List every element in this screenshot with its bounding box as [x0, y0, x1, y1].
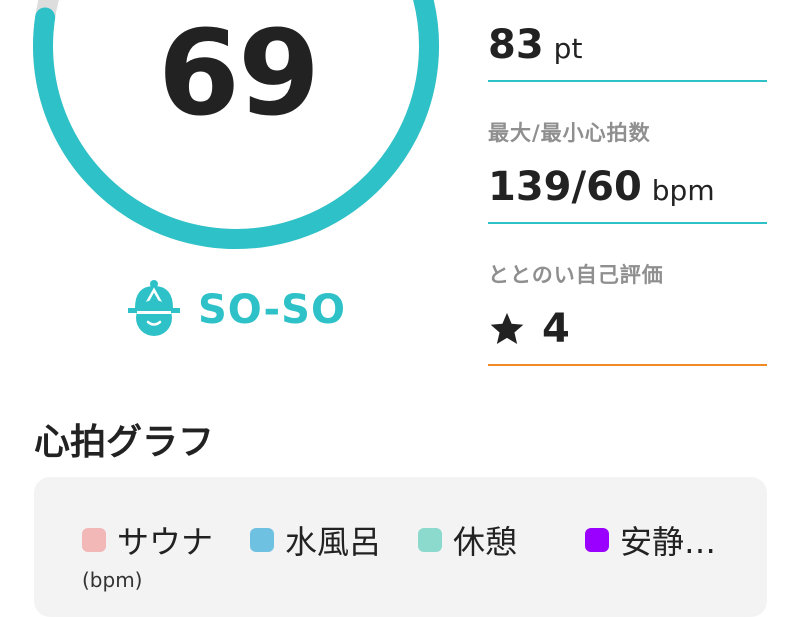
- legend-swatch-sauna: [82, 528, 106, 552]
- legend-swatch-rest: [418, 528, 442, 552]
- heart-rate-label: 最大/最小心拍数: [488, 121, 651, 145]
- legend-item-resting: 安静…: [585, 515, 716, 565]
- points-stat: 83 pt: [488, 22, 582, 68]
- points-value: 83: [488, 22, 544, 68]
- capped-face-icon: [128, 278, 180, 342]
- legend-label-resting: 安静…: [620, 523, 717, 561]
- status-badge: SO-SO: [128, 280, 346, 340]
- graph-y-unit: (bpm): [82, 568, 143, 592]
- heart-rate-unit: bpm: [651, 174, 715, 207]
- self-rating-label: ととのい自己評価: [488, 263, 664, 287]
- self-rating-divider: [488, 364, 767, 366]
- legend-label-sauna: サウナ: [117, 523, 214, 561]
- legend-label-rest: 休憩: [453, 523, 518, 561]
- score-value: 69: [157, 4, 320, 142]
- legend-item-sauna: サウナ: [82, 515, 213, 565]
- heart-rate-value: 139/60: [488, 164, 642, 210]
- legend-swatch-cold-bath: [250, 528, 274, 552]
- heart-rate-divider: [488, 222, 767, 224]
- legend-item-rest: 休憩: [418, 515, 517, 565]
- legend-swatch-resting: [585, 528, 609, 552]
- status-label: SO-SO: [198, 287, 346, 333]
- star-icon: [488, 310, 526, 348]
- legend-label-cold-bath: 水風呂: [285, 523, 382, 561]
- graph-title: 心拍グラフ: [34, 422, 215, 463]
- legend-item-cold-bath: 水風呂: [250, 515, 381, 565]
- self-rating-value: 4: [542, 306, 570, 352]
- score-gauge: 69: [0, 0, 480, 270]
- points-unit: pt: [553, 32, 583, 65]
- heart-rate-stat: 139/60 bpm: [488, 164, 715, 210]
- points-divider: [488, 80, 767, 82]
- self-rating-stat: 4: [488, 306, 570, 352]
